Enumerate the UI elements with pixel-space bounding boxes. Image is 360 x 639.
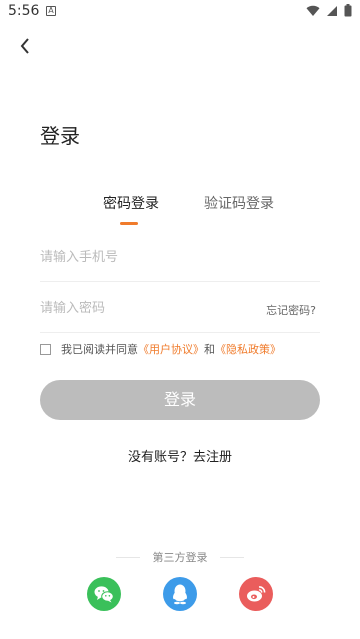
- divider-right: [220, 557, 244, 558]
- phone-input[interactable]: [40, 246, 240, 268]
- forgot-password-link[interactable]: 忘记密码?: [266, 302, 316, 318]
- status-time: 5:56: [8, 3, 40, 19]
- login-tabs: 密码登录 验证码登录: [0, 193, 360, 229]
- register-link[interactable]: 没有账号？去注册: [0, 446, 360, 465]
- page-title: 登录: [40, 124, 80, 148]
- wechat-login-button[interactable]: [87, 577, 121, 611]
- battery-icon: [344, 4, 352, 17]
- privacy-policy-link[interactable]: 《隐私政策》: [215, 341, 281, 357]
- status-bar: 5:56 A: [0, 0, 360, 24]
- notification-icon: A: [46, 6, 56, 16]
- qq-icon: [173, 584, 187, 605]
- phone-field: [40, 236, 320, 282]
- active-tab-indicator: [120, 222, 138, 225]
- agreement-row: 我已阅读并同意 《用户协议》 和 《隐私政策》: [40, 341, 281, 357]
- password-field: 忘记密码?: [40, 287, 320, 333]
- wifi-icon: [306, 5, 320, 16]
- wechat-icon: [94, 586, 114, 603]
- qq-login-button[interactable]: [163, 577, 197, 611]
- weibo-icon: [247, 586, 266, 602]
- status-icons: [306, 4, 352, 17]
- tab-code-login[interactable]: 验证码登录: [204, 193, 274, 213]
- user-agreement-link[interactable]: 《用户协议》: [138, 341, 204, 357]
- back-arrow-icon: [20, 38, 29, 54]
- back-button[interactable]: [14, 34, 38, 58]
- login-button[interactable]: 登录: [40, 380, 320, 420]
- signal-icon: [327, 5, 337, 16]
- agreement-text: 我已阅读并同意: [61, 343, 138, 356]
- tab-password-login[interactable]: 密码登录: [103, 193, 159, 213]
- third-party-label: 第三方登录: [152, 551, 208, 564]
- agreement-connector: 和: [204, 343, 215, 356]
- third-party-section: 第三方登录: [0, 549, 360, 565]
- weibo-login-button[interactable]: [239, 577, 273, 611]
- password-input[interactable]: [40, 297, 240, 319]
- agreement-checkbox[interactable]: [40, 343, 51, 355]
